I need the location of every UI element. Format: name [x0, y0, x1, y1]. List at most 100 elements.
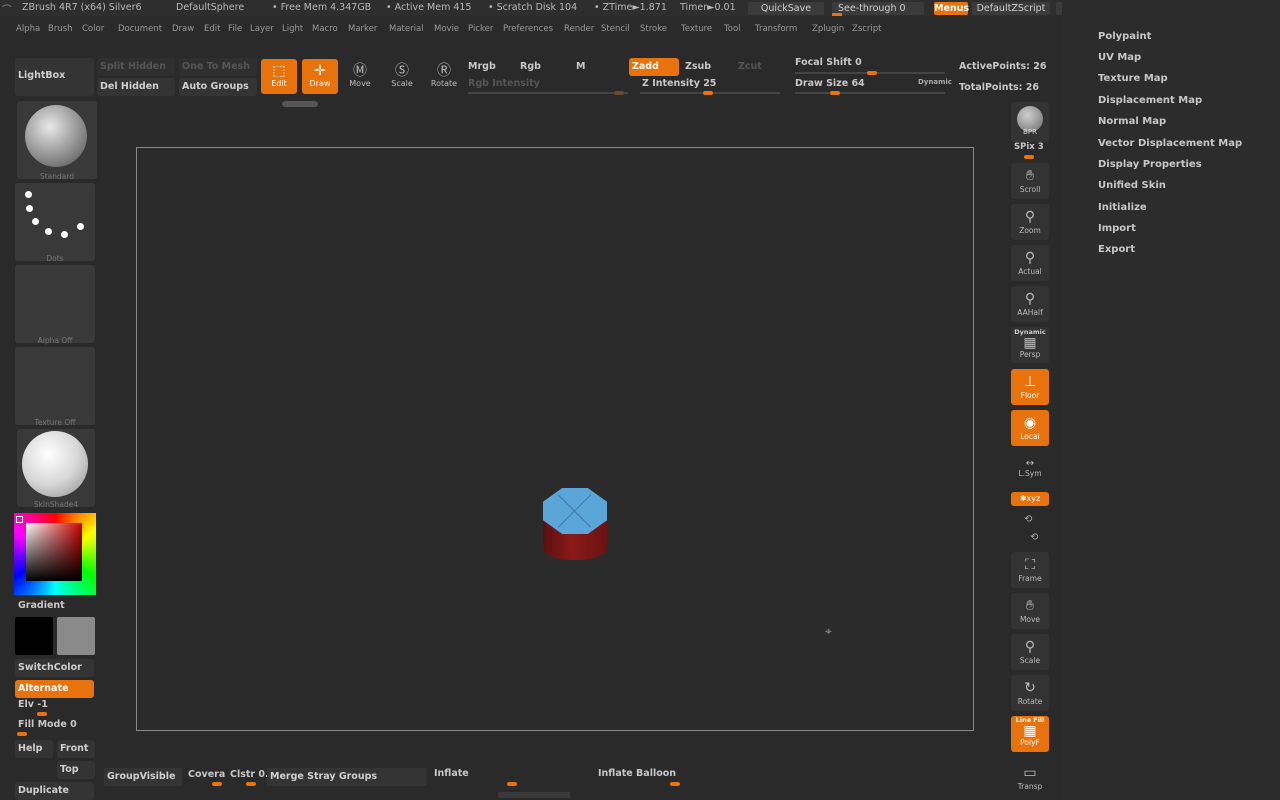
switchcolor-button[interactable]: SwitchColor [15, 659, 94, 677]
menu-stencil[interactable]: Stencil [601, 24, 630, 34]
normal-map-menu[interactable]: Normal Map [1098, 116, 1166, 127]
displacement-map-menu[interactable]: Displacement Map [1098, 95, 1202, 106]
coverage-slider[interactable]: Covera [188, 769, 225, 780]
uv-map-menu[interactable]: UV Map [1098, 52, 1141, 63]
rotate-button[interactable]: Ⓡ Rotate [426, 59, 462, 94]
shelf-scroll-handle[interactable] [282, 101, 318, 107]
bottom-scroll-handle[interactable] [498, 792, 570, 798]
one-to-mesh-button[interactable]: One To Mesh [179, 58, 257, 76]
zsub-button[interactable]: Zsub [685, 61, 711, 72]
local-button[interactable]: ◉ Local [1011, 410, 1049, 446]
stroke-thumbnail[interactable]: Dots [15, 183, 95, 263]
gradient-label[interactable]: Gradient [18, 600, 65, 611]
persp-button[interactable]: Dynamic ▦ Persp [1011, 327, 1049, 363]
menu-tool[interactable]: Tool [724, 24, 741, 34]
menu-brush[interactable]: Brush [48, 24, 73, 34]
rotate-view-button[interactable]: ↻ Rotate [1011, 675, 1049, 711]
scale-button[interactable]: Ⓢ Scale [384, 59, 420, 94]
z-intensity-knob[interactable] [703, 91, 713, 95]
elv-slider[interactable]: Elv -1 [18, 699, 48, 710]
aahalf-button[interactable]: ⚲ AAHalf [1011, 286, 1049, 322]
rgb-intensity-knob[interactable] [614, 91, 624, 95]
menu-movie[interactable]: Movie [434, 24, 459, 34]
lsym-button[interactable]: ↔ L.Sym [1011, 458, 1049, 484]
alpha-thumbnail[interactable]: Alpha Off [15, 265, 95, 345]
color-picker-square[interactable] [26, 523, 82, 581]
material-thumbnail[interactable]: SkinShade4 [17, 429, 95, 509]
cylinder-mesh[interactable] [543, 488, 607, 562]
zadd-button[interactable]: Zadd [629, 58, 679, 76]
menu-zplugin[interactable]: Zplugin [812, 24, 844, 34]
menu-preferences[interactable]: Preferences [503, 24, 553, 34]
coverage-knob[interactable] [212, 782, 222, 786]
menu-document[interactable]: Document [118, 24, 162, 34]
dynamic-toggle[interactable]: Dynamic [918, 78, 952, 86]
group-visible-button[interactable]: GroupVisible [104, 768, 182, 786]
menu-material[interactable]: Material [389, 24, 424, 34]
color-picker-wheel[interactable] [14, 513, 96, 595]
menu-macro[interactable]: Macro [312, 24, 338, 34]
menu-marker[interactable]: Marker [348, 24, 377, 34]
inflate-balloon-slider[interactable]: Inflate Balloon [598, 768, 676, 779]
clstr-knob[interactable] [246, 782, 256, 786]
zoom-button[interactable]: ⚲ Zoom [1011, 204, 1049, 240]
focal-shift-slider[interactable]: Focal Shift 0 [795, 57, 862, 68]
rgb-intensity-track[interactable] [468, 92, 628, 94]
frame-button[interactable]: ⛶ Frame [1011, 552, 1049, 588]
top-button[interactable]: Top [57, 761, 95, 779]
inflate-knob[interactable] [507, 782, 517, 786]
vector-displacement-map-menu[interactable]: Vector Displacement Map [1098, 138, 1242, 149]
draw-size-knob[interactable] [830, 91, 840, 95]
actual-button[interactable]: ⚲ Actual [1011, 245, 1049, 281]
zcut-button[interactable]: Zcut [738, 61, 762, 72]
spix-knob[interactable] [1024, 155, 1034, 159]
clstr-slider[interactable]: Clstr 0. [230, 769, 269, 780]
mrgb-button[interactable]: Mrgb [468, 61, 496, 72]
duplicate-button[interactable]: Duplicate [15, 782, 94, 800]
hue-marker[interactable] [16, 516, 23, 523]
initialize-menu[interactable]: Initialize [1098, 202, 1147, 213]
menu-picker[interactable]: Picker [468, 24, 493, 34]
menu-zscript[interactable]: Zscript [852, 24, 882, 34]
draw-size-track[interactable] [795, 92, 945, 94]
del-hidden-button[interactable]: Del Hidden [97, 78, 175, 96]
menu-light[interactable]: Light [282, 24, 303, 34]
rotate-y-icon[interactable]: ⟲ [1024, 514, 1032, 525]
m-button[interactable]: M [576, 61, 585, 72]
texture-thumbnail[interactable]: Texture Off [15, 347, 95, 427]
menu-texture[interactable]: Texture [681, 24, 712, 34]
menu-color[interactable]: Color [82, 24, 104, 34]
transp-button[interactable]: ▭ Transp [1011, 760, 1049, 796]
see-through-slider[interactable]: See-through 0 [832, 2, 924, 15]
menu-stroke[interactable]: Stroke [640, 24, 667, 34]
export-menu[interactable]: Export [1098, 244, 1135, 255]
move-view-button[interactable]: ✋︎ Move [1011, 593, 1049, 629]
inflate-balloon-knob[interactable] [670, 782, 680, 786]
menu-layer[interactable]: Layer [250, 24, 274, 34]
primary-color-swatch[interactable] [15, 617, 53, 655]
edit-button[interactable]: ⬚ Edit [261, 59, 297, 94]
floor-button[interactable]: ⊥ Floor [1011, 369, 1049, 405]
spix-slider[interactable]: SPix 3 [1014, 142, 1044, 152]
z-intensity-slider[interactable]: Z Intensity 25 [642, 78, 716, 89]
lightbox-button[interactable]: LightBox [15, 58, 94, 96]
texture-map-menu[interactable]: Texture Map [1098, 73, 1168, 84]
merge-stray-groups-button[interactable]: Merge Stray Groups [267, 768, 427, 786]
polyf-button[interactable]: Line Fill ▦ PolyF [1011, 716, 1049, 752]
polypaint-menu[interactable]: Polypaint [1098, 31, 1151, 42]
brush-thumbnail[interactable]: Standard [17, 101, 97, 181]
quicksave-button[interactable]: QuickSave [748, 2, 824, 15]
menus-button[interactable]: Menus [934, 2, 969, 15]
focal-shift-knob[interactable] [867, 71, 877, 75]
document-canvas[interactable]: ⌖ [136, 147, 974, 731]
default-zscript-button[interactable]: DefaultZScript [972, 2, 1050, 15]
draw-button[interactable]: ✛ Draw [302, 59, 338, 94]
inflate-slider[interactable]: Inflate [434, 768, 469, 779]
fill-mode-slider[interactable]: Fill Mode 0 [18, 719, 77, 730]
help-button[interactable]: Help [15, 740, 53, 758]
scroll-button[interactable]: ✋︎ Scroll [1011, 163, 1049, 199]
menu-transform[interactable]: Transform [755, 24, 797, 34]
see-through-knob[interactable] [832, 13, 842, 16]
split-hidden-button[interactable]: Split Hidden [97, 58, 175, 76]
import-menu[interactable]: Import [1098, 223, 1136, 234]
